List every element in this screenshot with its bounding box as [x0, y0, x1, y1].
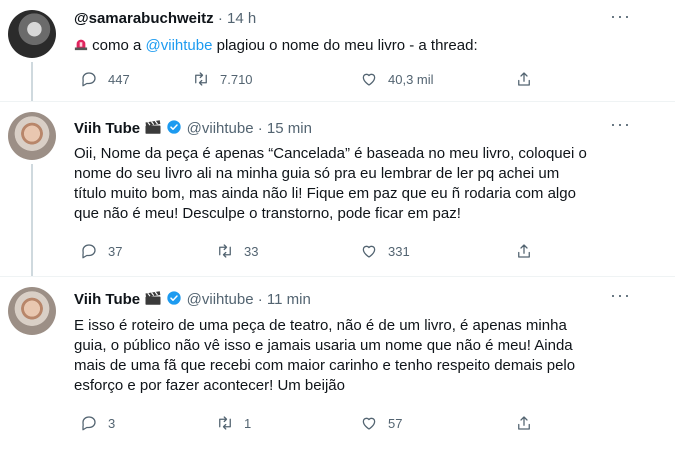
clapper-board-icon [144, 290, 162, 306]
retweet-count: 7.710 [220, 71, 253, 87]
tweet-1[interactable]: @samarabuchweitz · 14 h ··· como a @viih… [0, 0, 675, 101]
share-button[interactable] [515, 414, 533, 432]
avatar[interactable] [8, 287, 56, 335]
retweet-icon [216, 414, 234, 432]
like-count: 331 [388, 243, 410, 259]
tweet-text-line: nome do seu livro ali na minha guia só p… [74, 165, 560, 182]
share-icon [515, 414, 533, 432]
retweet-icon [192, 70, 210, 88]
timestamp[interactable]: 14 h [227, 10, 256, 27]
mention-link[interactable]: @viihtube [146, 37, 213, 54]
tweet-text-part: plagiou o nome do meu livro - a thread: [212, 37, 478, 54]
verified-badge-icon [166, 290, 182, 306]
author-name[interactable]: Viih Tube [74, 120, 140, 137]
tweet-3[interactable]: Viih Tube @viihtube · 11 min ··· E isso … [0, 277, 675, 450]
retweet-button[interactable]: 1 [216, 414, 251, 432]
reply-button[interactable]: 447 [80, 70, 130, 88]
heart-icon [360, 242, 378, 260]
author-handle[interactable]: @samarabuchweitz [74, 10, 214, 27]
share-icon [515, 70, 533, 88]
like-button[interactable]: 40,3 mil [360, 70, 434, 88]
timestamp[interactable]: 15 min [267, 120, 312, 137]
tweet-text: como a @viihtube plagiou o nome do meu l… [74, 36, 634, 56]
avatar[interactable] [8, 10, 56, 58]
heart-icon [360, 414, 378, 432]
reply-button[interactable]: 3 [80, 414, 115, 432]
share-button[interactable] [515, 242, 533, 260]
avatar[interactable] [8, 112, 56, 160]
reply-icon [80, 242, 98, 260]
retweet-count: 1 [244, 415, 252, 431]
timestamp[interactable]: 11 min [267, 291, 311, 308]
like-count: 40,3 mil [388, 71, 434, 87]
thread-line [31, 164, 33, 276]
verified-badge-icon [166, 119, 182, 135]
tweet-text-line: que não é meu! Desculpe o transtorno, po… [74, 205, 461, 222]
reply-count: 3 [108, 415, 116, 431]
more-dots-icon[interactable]: ··· [610, 285, 631, 306]
more-dots-icon[interactable]: ··· [610, 114, 631, 135]
tweet-actions: 447 7.710 40,3 mil [74, 70, 554, 92]
separator: · [257, 120, 263, 137]
like-count: 57 [388, 415, 403, 431]
retweet-button[interactable]: 33 [216, 242, 258, 260]
siren-icon [74, 37, 88, 51]
separator: · [217, 10, 223, 27]
author-handle[interactable]: @viihtube [187, 291, 254, 308]
author-name[interactable]: Viih Tube [74, 291, 140, 308]
tweet-header: Viih Tube @viihtube · 11 min [74, 290, 311, 308]
tweet-text: E isso é roteiro de uma peça de teatro, … [74, 316, 634, 396]
share-button[interactable] [515, 70, 533, 88]
tweet-header: Viih Tube @viihtube · 15 min [74, 119, 312, 137]
share-icon [515, 242, 533, 260]
like-button[interactable]: 57 [360, 414, 402, 432]
tweet-actions: 37 33 331 [74, 242, 554, 264]
tweet-text-line: E isso é roteiro de uma peça de teatro, … [74, 317, 567, 334]
author-handle[interactable]: @viihtube [187, 120, 254, 137]
tweet-text-line: mais de uma fã que recebi com maior cari… [74, 357, 576, 374]
reply-button[interactable]: 37 [80, 242, 122, 260]
retweet-count: 33 [244, 243, 259, 259]
tweet-header: @samarabuchweitz · 14 h [74, 10, 256, 27]
tweet-2[interactable]: Viih Tube @viihtube · 15 min ··· Oii, No… [0, 102, 675, 276]
reply-icon [80, 414, 98, 432]
reply-icon [80, 70, 98, 88]
retweet-button[interactable]: 7.710 [192, 70, 253, 88]
tweet-text-line: guia, o público não vê isso e jamais usa… [74, 337, 573, 354]
thread-line [31, 62, 33, 101]
tweet-text-part: como a [88, 37, 146, 54]
clapper-board-icon [144, 119, 162, 135]
separator: · [257, 291, 263, 308]
tweet-text-line: esforço e por fazer acontecer! Um beijão [74, 377, 345, 394]
tweet-text-line: Oii, Nome da peça é apenas “Cancelada” é… [74, 145, 587, 162]
heart-icon [360, 70, 378, 88]
tweet-actions: 3 1 57 [74, 414, 554, 436]
tweet-text-line: título muito bom, mas ainda não li! Fiqu… [74, 185, 576, 202]
like-button[interactable]: 331 [360, 242, 410, 260]
reply-count: 447 [108, 71, 130, 87]
retweet-icon [216, 242, 234, 260]
tweet-text: Oii, Nome da peça é apenas “Cancelada” é… [74, 144, 634, 224]
reply-count: 37 [108, 243, 123, 259]
more-dots-icon[interactable]: ··· [610, 6, 631, 27]
